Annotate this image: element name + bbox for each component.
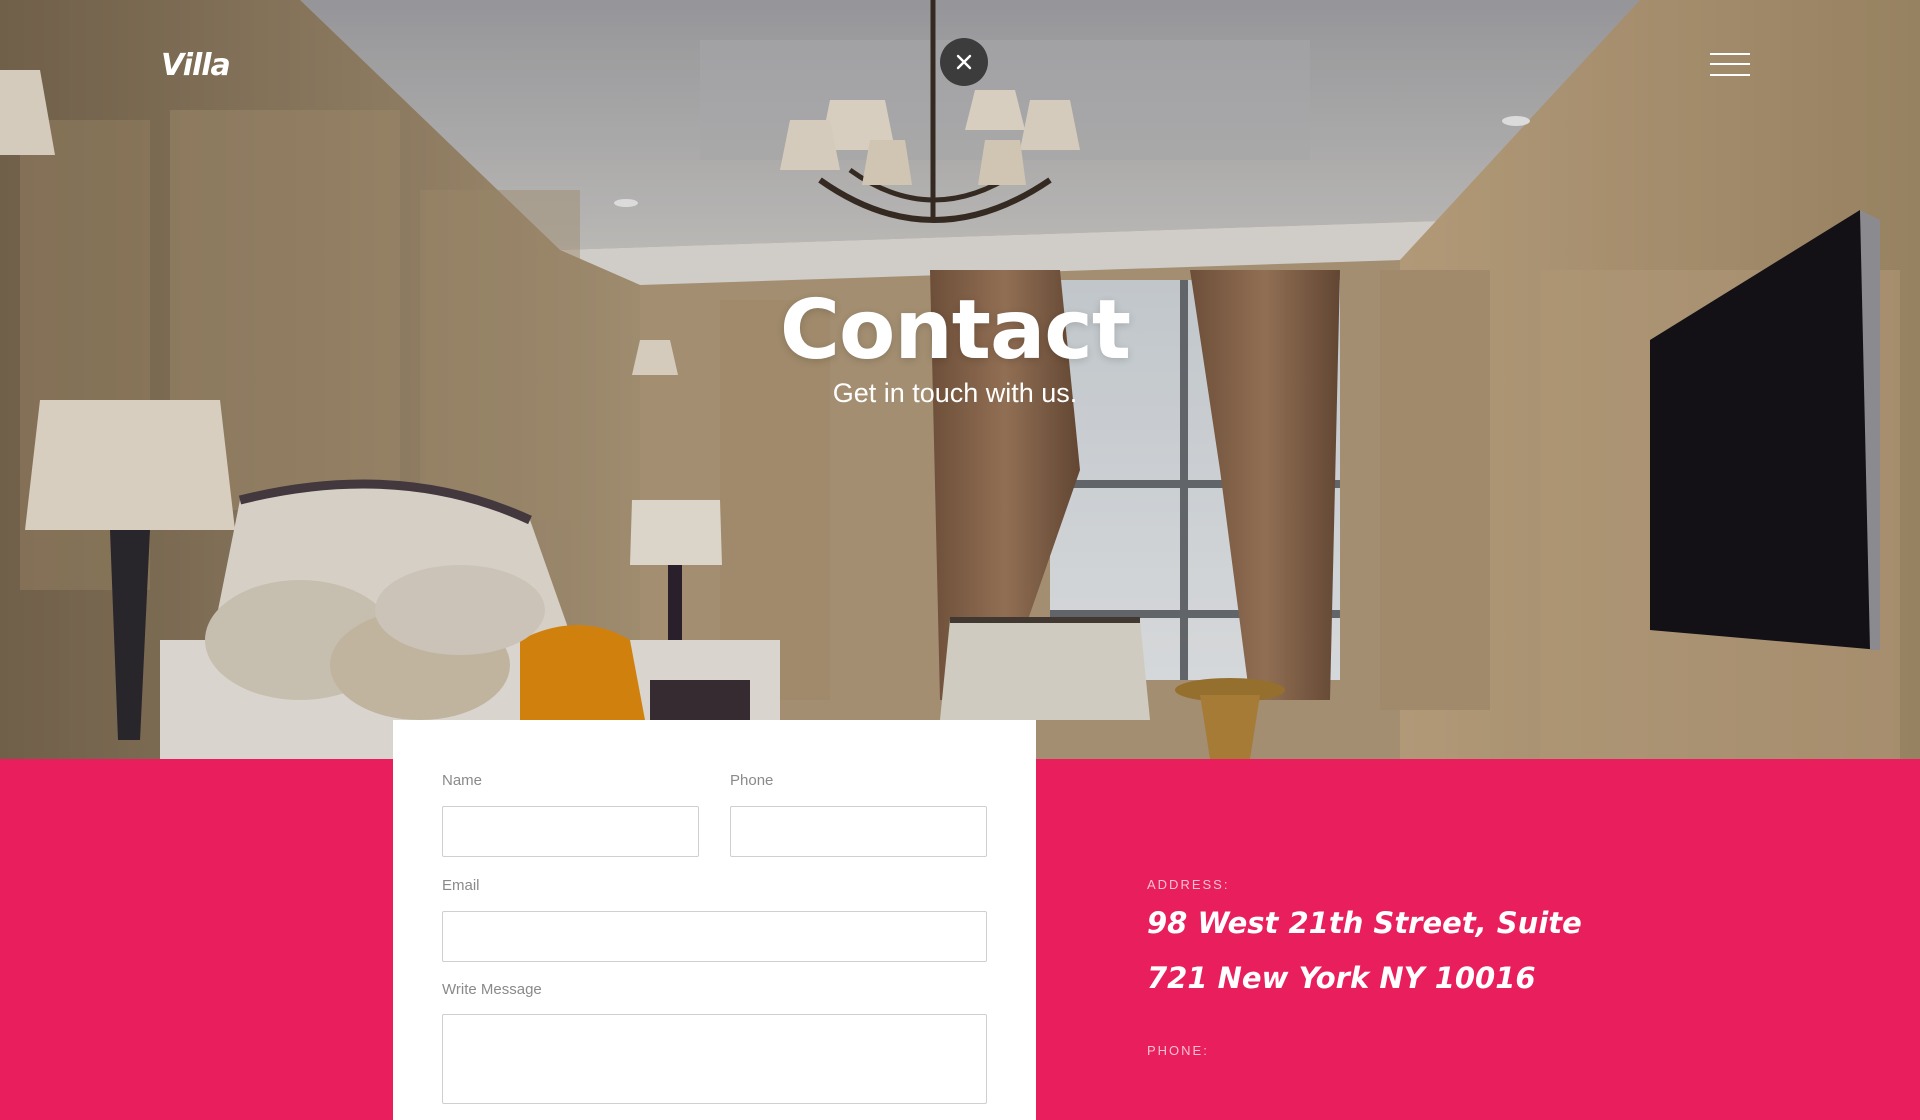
logo[interactable]: Villa [161, 48, 231, 83]
email-label: Email [442, 877, 480, 894]
email-input[interactable] [442, 911, 987, 962]
name-input[interactable] [442, 806, 699, 857]
close-button[interactable] [940, 38, 988, 86]
address-line-2: 721 New York NY 10016 [1147, 961, 1536, 995]
close-icon [956, 54, 972, 70]
message-label: Write Message [442, 981, 542, 998]
phone-label: Phone [730, 772, 774, 789]
page-subtitle: Get in touch with us. [832, 378, 1078, 408]
hero-section: Villa Contact Get in touch with us. [0, 0, 1920, 759]
address-line-1: 98 West 21th Street, Suite [1147, 906, 1582, 940]
contact-form-card: Name Phone Email Write Message [393, 720, 1036, 1120]
phone-input[interactable] [730, 806, 987, 857]
page-title: Contact [779, 283, 1131, 378]
hamburger-menu-icon[interactable] [1710, 53, 1752, 79]
message-textarea[interactable] [442, 1014, 987, 1104]
address-label: ADDRESS: [1147, 877, 1230, 892]
name-label: Name [442, 772, 483, 789]
phone-info-label: PHONE: [1147, 1043, 1209, 1058]
